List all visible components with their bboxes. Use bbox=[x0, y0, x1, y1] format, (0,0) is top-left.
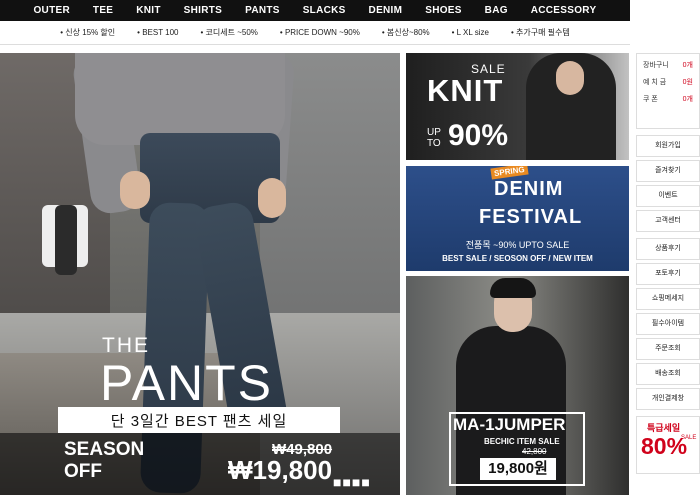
deposit-row[interactable]: 예 치 금 0원 bbox=[643, 77, 693, 87]
knit-upto: UP TO bbox=[427, 127, 441, 149]
deposit-value: 0원 bbox=[682, 79, 693, 86]
hero-banner-pants[interactable]: THE PANTS 단 3일간 BEST 팬츠 세일 SEASON OFF ₩4… bbox=[0, 53, 400, 495]
subnav-spring[interactable]: 봄신상~80% bbox=[382, 27, 430, 38]
nav-knit[interactable]: KNIT bbox=[136, 5, 161, 16]
nav-accessory[interactable]: ACCESSORY bbox=[531, 5, 597, 16]
knit-up: UP bbox=[427, 127, 441, 138]
denim-title: DENIM bbox=[494, 178, 564, 200]
banner-knit[interactable]: SALE KNIT UP TO 90% bbox=[406, 53, 629, 160]
special-sale-box[interactable]: 특급세일 80% SALE bbox=[636, 416, 700, 474]
cart-label: 장바구니 bbox=[643, 62, 669, 69]
sidebar-menu-1: 회원가입 즐겨찾기 이벤트 고객센터 bbox=[636, 135, 700, 232]
review-button[interactable]: 상품후기 bbox=[636, 238, 700, 260]
right-sidebar: 장바구니 0개 예 치 금 0원 쿠 폰 0개 회원가입 즐겨찾기 이벤트 고객… bbox=[636, 53, 700, 495]
nav-bag[interactable]: BAG bbox=[485, 5, 508, 16]
denim-line-1: 전품목 ~90% UPTO SALE bbox=[465, 240, 570, 250]
shopping-message-button[interactable]: 쇼핑메세지 bbox=[636, 288, 700, 310]
banner-denim-festival[interactable]: SPRING DENIM FESTIVAL 전품목 ~90% UPTO SALE… bbox=[406, 166, 629, 271]
nav-denim[interactable]: DENIM bbox=[369, 5, 403, 16]
denim-line-2: BEST SALE / SEOSON OFF / NEW ITEM bbox=[442, 254, 593, 263]
hero-season-label: SEASON OFF bbox=[64, 439, 144, 483]
hero-title-big: PANTS bbox=[100, 355, 273, 411]
cart-summary: 장바구니 0개 예 치 금 0원 쿠 폰 0개 bbox=[636, 53, 700, 129]
coupon-value: 0개 bbox=[682, 96, 693, 103]
hero-sale-price: ₩19,800 bbox=[228, 455, 333, 485]
event-button[interactable]: 이벤트 bbox=[636, 185, 700, 207]
order-check-button[interactable]: 주문조회 bbox=[636, 338, 700, 360]
knit-model-face bbox=[556, 61, 584, 95]
jumper-model-hair bbox=[490, 278, 536, 298]
nav-outer[interactable]: OUTER bbox=[33, 5, 70, 16]
model-hand bbox=[258, 178, 286, 218]
nav-tee[interactable]: TEE bbox=[93, 5, 113, 16]
knit-to: TO bbox=[427, 138, 441, 149]
coupon-row[interactable]: 쿠 폰 0개 bbox=[643, 94, 693, 104]
nav-slacks[interactable]: SLACKS bbox=[303, 5, 346, 16]
hero-sale-text: 단 3일간 BEST 팬츠 세일 bbox=[58, 407, 340, 433]
nav-shoes[interactable]: SHOES bbox=[425, 5, 462, 16]
delivery-check-button[interactable]: 배송조회 bbox=[636, 363, 700, 385]
denim-subtitle: FESTIVAL bbox=[479, 206, 583, 228]
customer-center-button[interactable]: 고객센터 bbox=[636, 210, 700, 232]
coupon-label: 쿠 폰 bbox=[643, 96, 658, 103]
jumper-title: MA-1JUMPER bbox=[453, 415, 566, 434]
must-item-button[interactable]: 필수아이템 bbox=[636, 313, 700, 335]
nav-pants[interactable]: PANTS bbox=[245, 5, 280, 16]
subnav-new[interactable]: 신상 15% 할인 bbox=[60, 27, 115, 38]
knit-percent: 90% bbox=[448, 119, 509, 152]
hero-dots-icon: ■■■■ bbox=[333, 474, 371, 490]
cart-value: 0개 bbox=[682, 62, 693, 69]
subnav-extra[interactable]: 추가구매 필수템 bbox=[511, 27, 570, 38]
photo-review-button[interactable]: 포토후기 bbox=[636, 263, 700, 285]
top-navigation: OUTER TEE KNIT SHIRTS PANTS SLACKS DENIM… bbox=[0, 0, 630, 21]
sub-navigation: 신상 15% 할인 BEST 100 코디세트 ~50% PRICE DOWN … bbox=[0, 21, 630, 45]
personal-payment-button[interactable]: 개인결제창 bbox=[636, 388, 700, 410]
hero-season-line-2: OFF bbox=[64, 461, 102, 482]
subnav-price-down[interactable]: PRICE DOWN ~90% bbox=[280, 28, 360, 37]
jumper-price: 19,800원 bbox=[480, 458, 556, 480]
background-person bbox=[55, 205, 77, 275]
model-hand bbox=[120, 171, 150, 209]
hero-season-line-1: SEASON bbox=[64, 439, 145, 460]
subnav-best[interactable]: BEST 100 bbox=[137, 28, 178, 37]
deposit-label: 예 치 금 bbox=[643, 79, 667, 86]
favorite-button[interactable]: 즐겨찾기 bbox=[636, 160, 700, 182]
jumper-subtitle: BECHIC ITEM SALE bbox=[484, 437, 560, 446]
sidebar-menu-2: 상품후기 포토후기 쇼핑메세지 필수아이템 주문조회 배송조회 개인결제창 bbox=[636, 238, 700, 410]
special-sale-word: SALE bbox=[681, 435, 697, 441]
cart-row[interactable]: 장바구니 0개 bbox=[643, 60, 693, 70]
nav-shirts[interactable]: SHIRTS bbox=[184, 5, 222, 16]
subnav-size[interactable]: L XL size bbox=[452, 28, 489, 37]
banner-ma1-jumper[interactable]: MA-1JUMPER BECHIC ITEM SALE 42,800 19,80… bbox=[406, 276, 629, 495]
join-button[interactable]: 회원가입 bbox=[636, 135, 700, 157]
subnav-coordi[interactable]: 코디세트 ~50% bbox=[201, 27, 258, 38]
model-sweater bbox=[75, 53, 285, 145]
knit-title: KNIT bbox=[427, 73, 504, 108]
jumper-original-price: 42,800 bbox=[522, 447, 547, 456]
